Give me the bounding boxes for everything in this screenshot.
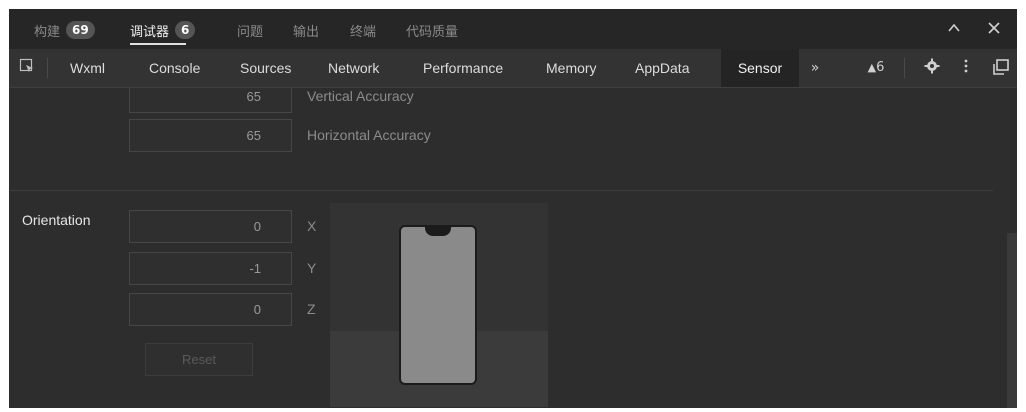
tab-sensor[interactable]: Sensor <box>721 49 799 87</box>
orientation-x-input[interactable]: 0 <box>129 210 292 243</box>
device-orientation-preview[interactable] <box>330 203 548 407</box>
toolbar-divider <box>47 58 48 78</box>
horizontal-accuracy-label: Horizontal Accuracy <box>307 127 431 143</box>
phone-notch <box>425 227 451 236</box>
warning-icon: ▲ <box>867 61 877 74</box>
vertical-accuracy-input[interactable]: 65 <box>129 88 292 113</box>
gear-icon[interactable] <box>922 58 942 78</box>
phone-model-icon[interactable] <box>399 225 477 385</box>
tab-sources[interactable]: Sources <box>240 49 291 87</box>
close-icon[interactable] <box>984 20 1004 40</box>
orientation-x-label: X <box>307 218 317 234</box>
panel-tab-build[interactable]: 构建 69 <box>34 19 95 41</box>
vertical-accuracy-label: Vertical Accuracy <box>307 88 414 104</box>
section-divider <box>9 190 993 191</box>
chevron-up-icon[interactable] <box>944 20 964 40</box>
tab-console[interactable]: Console <box>149 49 200 87</box>
tab-appdata[interactable]: AppData <box>635 49 689 87</box>
panel-tab-problems[interactable]: 问题 <box>237 19 263 41</box>
tab-performance[interactable]: Performance <box>423 49 503 87</box>
panel-tab-output-label: 输出 <box>293 24 320 40</box>
more-tabs-icon[interactable]: » <box>805 58 825 78</box>
toolbar-divider <box>904 58 905 78</box>
panel-tab-code-quality-label: 代码质量 <box>406 24 459 40</box>
panel-tab-terminal[interactable]: 终端 <box>350 19 376 41</box>
panel-tab-problems-label: 问题 <box>237 24 264 40</box>
panel-tab-bar: 构建 69 调试器 6 问题 输出 终端 代码质量 <box>9 9 1017 49</box>
warnings-indicator[interactable]: ▲6 <box>861 58 891 78</box>
orientation-z-label: Z <box>307 301 316 317</box>
build-count-badge: 69 <box>66 21 95 39</box>
debugger-count-badge: 6 <box>175 21 196 39</box>
undock-icon[interactable] <box>991 58 1011 78</box>
horizontal-accuracy-input[interactable]: 65 <box>129 119 292 152</box>
sensor-panel: 65 Vertical Accuracy 65 Horizontal Accur… <box>9 88 1017 408</box>
orientation-section-label: Orientation <box>22 212 91 228</box>
scrollbar-thumb[interactable] <box>1007 233 1017 408</box>
tab-memory[interactable]: Memory <box>546 49 597 87</box>
panel-tab-build-label: 构建 <box>34 24 61 40</box>
devtools-tab-bar: Wxml Console Sources Network Performance… <box>9 49 1017 88</box>
active-panel-tab-indicator <box>130 43 186 45</box>
orientation-y-input[interactable]: -1 <box>129 252 292 285</box>
orientation-y-label: Y <box>307 260 317 276</box>
orientation-z-input[interactable]: 0 <box>129 293 292 326</box>
panel-tab-debugger[interactable]: 调试器 6 <box>130 19 196 41</box>
tab-network[interactable]: Network <box>328 49 379 87</box>
panel-tab-output[interactable]: 输出 <box>293 19 319 41</box>
warning-count: 6 <box>876 60 885 75</box>
reset-button[interactable]: Reset <box>145 343 253 376</box>
panel-tab-code-quality[interactable]: 代码质量 <box>406 19 458 41</box>
tab-wxml[interactable]: Wxml <box>70 49 105 87</box>
devtools-window: 构建 69 调试器 6 问题 输出 终端 代码质量 Wxml Console S… <box>9 9 1017 408</box>
panel-tab-debugger-label: 调试器 <box>130 24 170 40</box>
inspect-element-icon[interactable] <box>17 58 37 78</box>
kebab-menu-icon[interactable] <box>956 58 976 78</box>
panel-tab-terminal-label: 终端 <box>350 24 377 40</box>
